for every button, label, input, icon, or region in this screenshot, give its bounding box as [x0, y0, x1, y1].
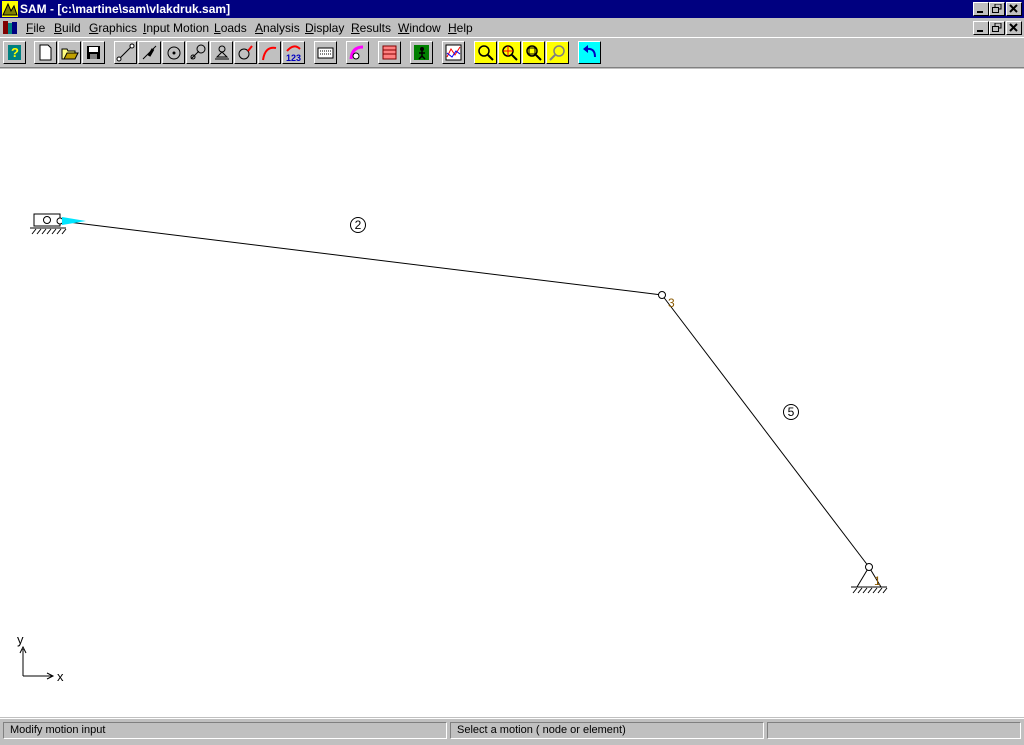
new-file-button[interactable] [34, 41, 57, 64]
zoom-window-button[interactable] [522, 41, 545, 64]
menu-build[interactable]: Build [54, 21, 81, 35]
menu-loads[interactable]: Loads [214, 21, 247, 35]
status-right-panel [767, 722, 1021, 739]
support-element-icon [215, 45, 229, 60]
zoom-center-icon [502, 45, 518, 61]
restore-button[interactable] [989, 2, 1005, 16]
numbering-icon: 123 [286, 45, 301, 62]
analysis-icon [382, 45, 397, 60]
support-element-button[interactable] [210, 41, 233, 64]
child-restore-button[interactable] [989, 21, 1005, 35]
undo-icon [583, 45, 596, 58]
drawing-canvas[interactable]: 3 1 2 5 y x [0, 69, 1024, 717]
mechanism-drawing: 3 1 2 5 y x [17, 213, 888, 684]
restore-icon [992, 23, 1002, 32]
status-left-panel: Modify motion input [3, 722, 447, 739]
keyboard-button[interactable] [314, 41, 337, 64]
slider-element-button[interactable] [138, 41, 161, 64]
close-icon [1009, 4, 1018, 13]
slider-support-icon[interactable] [30, 213, 67, 235]
plot-results-button[interactable] [442, 41, 465, 64]
app-icon[interactable] [2, 1, 18, 17]
node-3[interactable] [658, 291, 666, 299]
menu-file[interactable]: File [26, 21, 45, 35]
svg-text:?: ? [11, 45, 19, 60]
node-1[interactable] [865, 563, 873, 571]
restore-icon [992, 4, 1002, 13]
axis-indicator [19, 645, 55, 680]
save-icon [87, 46, 100, 59]
menu-display[interactable]: Display [305, 21, 344, 35]
save-button[interactable] [82, 41, 105, 64]
y-axis-label: y [17, 632, 24, 647]
gear-element-icon [190, 44, 206, 60]
x-axis-label: x [57, 669, 64, 684]
input-motion-icon [349, 45, 364, 60]
minimize-button[interactable] [973, 2, 989, 16]
status-bar: Modify motion input Select a motion ( no… [0, 718, 1024, 745]
window-title: SAM - [c:\martine\sam\vlakdruk.sam] [20, 2, 231, 16]
zoom-out-button[interactable] [474, 41, 497, 64]
menu-analysis[interactable]: Analysis [255, 21, 300, 35]
menu-window[interactable]: Window [398, 21, 441, 35]
node-1-label: 1 [874, 574, 881, 588]
close-button[interactable] [1006, 2, 1022, 16]
open-folder-button[interactable] [58, 41, 81, 64]
document-system-icon[interactable] [2, 20, 18, 35]
menu-help[interactable]: Help [448, 21, 473, 35]
menu-bar: File Build Graphics Input Motion Loads A… [0, 18, 1024, 37]
zoom-window-icon [526, 45, 542, 61]
child-close-button[interactable] [1006, 21, 1022, 35]
status-middle-panel: Select a motion ( node or element) [450, 722, 764, 739]
keyboard-icon [317, 47, 334, 59]
curve-element-button[interactable] [258, 41, 281, 64]
element-2-label: 2 [355, 218, 362, 232]
minimize-icon [977, 30, 983, 32]
cam-element-icon [238, 45, 253, 60]
menu-input-motion[interactable]: Input Motion [143, 21, 209, 35]
open-folder-icon [61, 48, 79, 60]
hinge-element-icon [167, 46, 181, 60]
zoom-fit-icon [549, 45, 565, 61]
menu-results[interactable]: Results [351, 21, 391, 35]
help-button[interactable]: ? [3, 41, 26, 64]
cam-element-button[interactable] [234, 41, 257, 64]
menu-graphics[interactable]: Graphics [89, 21, 137, 35]
minimize-icon [977, 11, 983, 13]
element-5-line[interactable] [661, 294, 870, 568]
plot-results-icon [445, 44, 462, 61]
new-file-icon [39, 44, 52, 61]
svg-text:123: 123 [286, 53, 301, 62]
node-3-label: 3 [668, 296, 675, 310]
toolbar: ? 123 [0, 37, 1024, 68]
numbering-button[interactable]: 123 [282, 41, 305, 64]
child-minimize-button[interactable] [973, 21, 989, 35]
run-button[interactable] [410, 41, 433, 64]
close-icon [1009, 23, 1018, 32]
gear-element-button[interactable] [186, 41, 209, 64]
beam-element-icon [116, 43, 135, 62]
zoom-center-button[interactable] [498, 41, 521, 64]
analysis-button[interactable] [378, 41, 401, 64]
title-bar: SAM - [c:\martine\sam\vlakdruk.sam] [0, 0, 1024, 18]
undo-button[interactable] [578, 41, 601, 64]
element-5-label: 5 [788, 405, 795, 419]
hinge-element-button[interactable] [162, 41, 185, 64]
beam-element-button[interactable] [114, 41, 137, 64]
zoom-fit-button[interactable] [546, 41, 569, 64]
help-icon: ? [8, 45, 21, 60]
run-icon [414, 45, 429, 60]
zoom-out-icon [478, 45, 494, 61]
input-motion-button[interactable] [346, 41, 369, 64]
slider-element-icon [142, 45, 157, 60]
curve-element-icon [262, 46, 277, 61]
